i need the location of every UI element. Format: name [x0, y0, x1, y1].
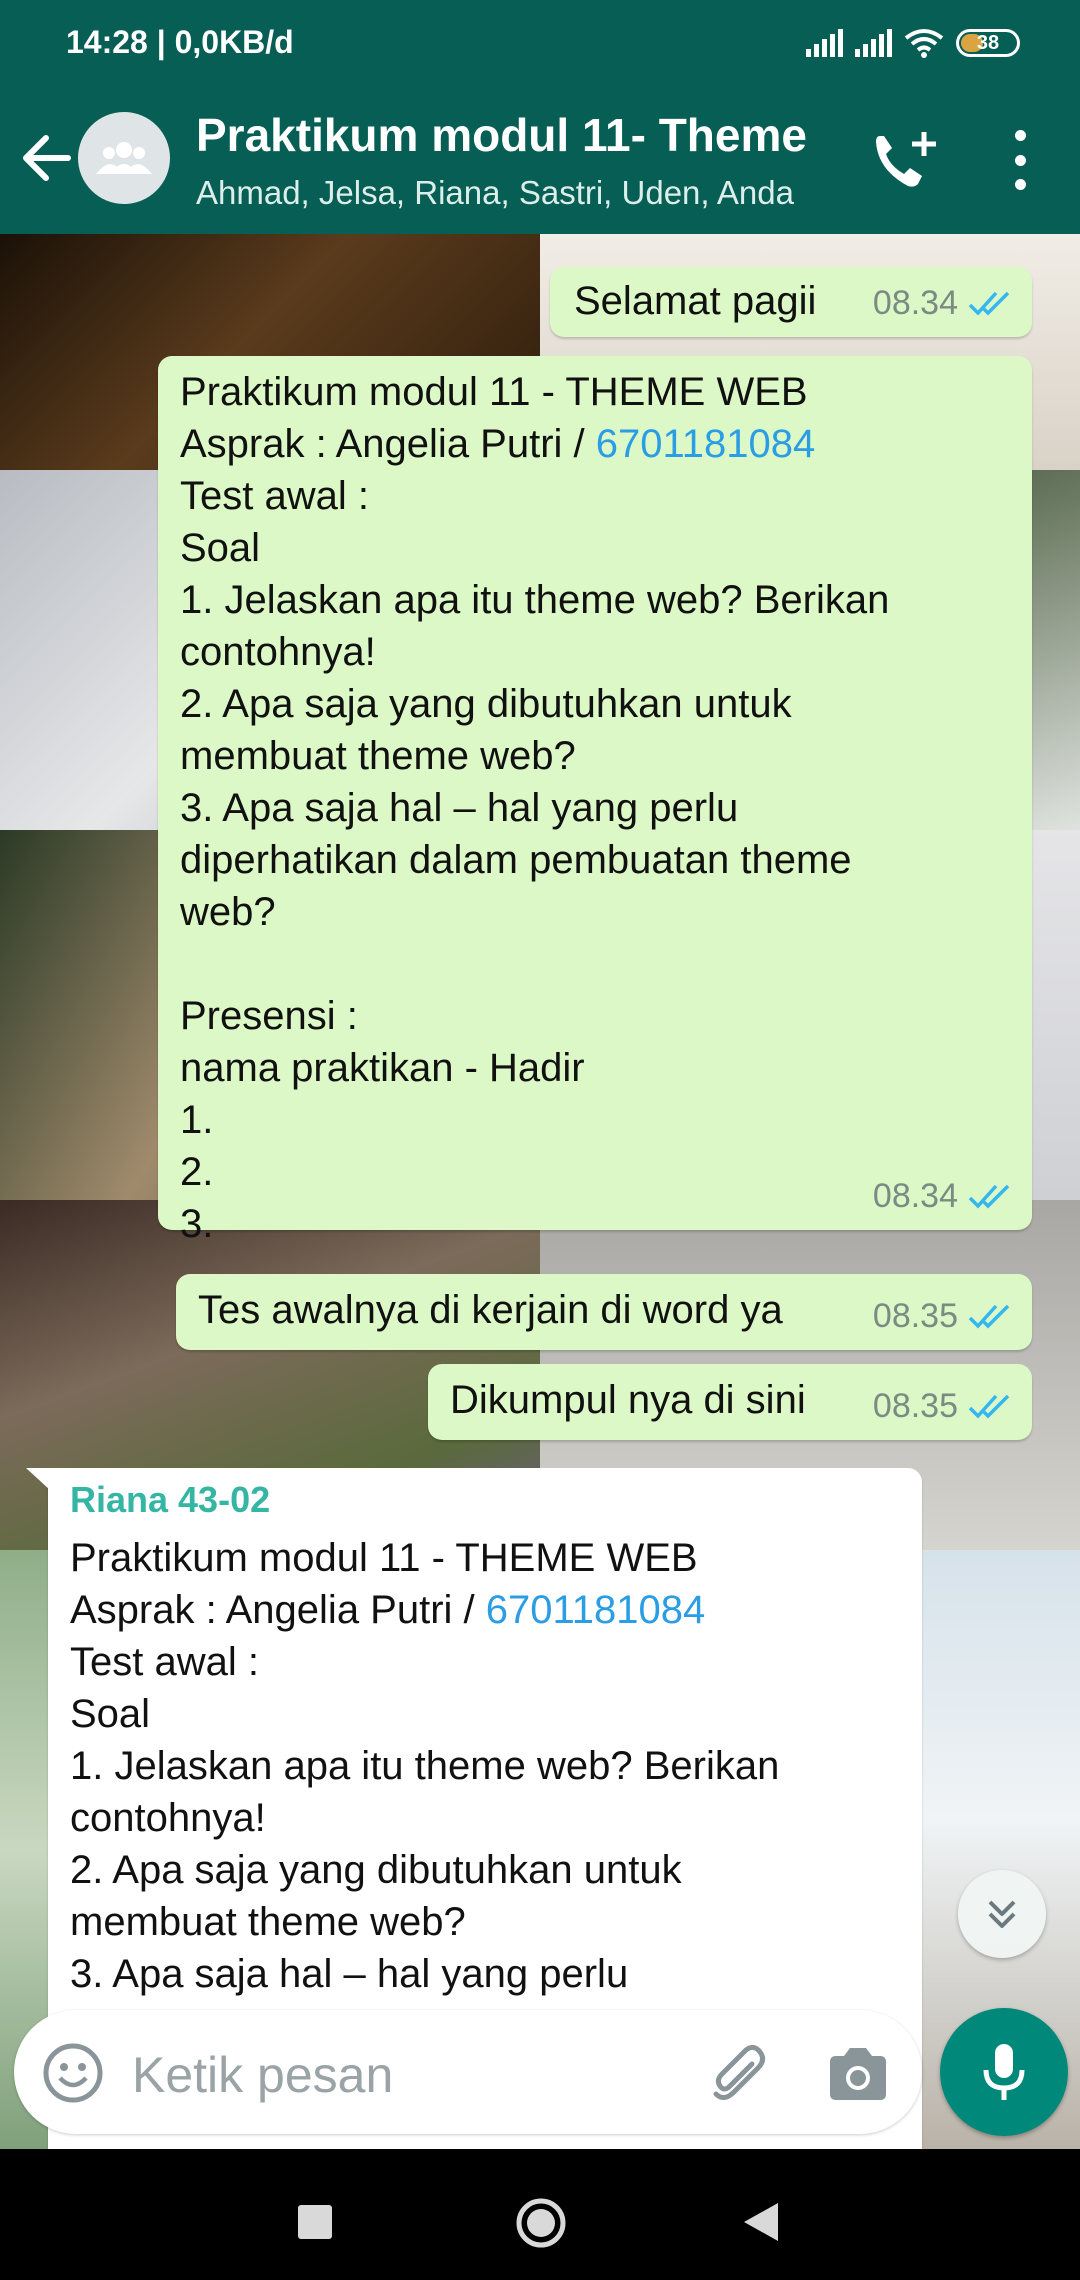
more-vert-icon[interactable] [1000, 130, 1040, 190]
message-bubble-outgoing[interactable]: Praktikum modul 11 - THEME WEB Asprak : … [158, 356, 1032, 1246]
signal-1-icon [806, 29, 843, 57]
chat-header: Praktikum modul 11- Theme Ahmad, Jelsa, … [0, 82, 1080, 234]
mic-button[interactable] [940, 2008, 1068, 2136]
status-bar: 14:28 | 0,0KB/d 38 [0, 0, 1080, 82]
emoji-icon[interactable] [42, 2042, 104, 2104]
message-meta: 08.35 [873, 1380, 1012, 1432]
message-text: Asprak : Angelia Putri / [70, 1588, 486, 1632]
chevron-double-down-icon [988, 1900, 1016, 1928]
message-time: 08.35 [872, 1297, 958, 1335]
message-line: Asprak : Angelia Putri / 6701181084 [180, 418, 1010, 470]
double-check-icon [968, 1184, 1010, 1209]
chat-title[interactable]: Praktikum modul 11- Theme [196, 108, 807, 162]
system-nav-bar [0, 2149, 1080, 2280]
chat-participants[interactable]: Ahmad, Jelsa, Riana, Sastri, Uden, Anda [196, 174, 794, 212]
message-bubble-outgoing[interactable]: Selamat pagii 08.34 [550, 267, 1032, 337]
camera-icon[interactable] [826, 2044, 890, 2104]
wifi-icon [904, 29, 944, 58]
message-composer[interactable]: Ketik pesan [14, 2010, 922, 2134]
message-line: Praktikum modul 11 - THEME WEB [70, 1536, 698, 1580]
sender-name[interactable]: Riana 43-02 [70, 1476, 900, 1524]
home-button[interactable] [515, 2197, 567, 2249]
message-text: Tes awalnya di kerjain di word ya [198, 1288, 783, 1332]
phone-link[interactable]: 6701181084 [596, 422, 816, 466]
message-line: Asprak : Angelia Putri / 6701181084 [70, 1584, 900, 1636]
message-meta: 08.34 [873, 277, 1012, 329]
message-time: 08.35 [872, 1387, 958, 1425]
status-icons: 38 [806, 28, 1020, 58]
battery-icon: 38 [956, 29, 1020, 57]
double-check-icon [968, 1394, 1010, 1419]
message-text: Test awal : Soal 1. Jelaskan apa itu the… [70, 1640, 780, 1996]
message-meta: 08.34 [873, 1170, 1012, 1222]
message-text: Dikumpul nya di sini [450, 1378, 806, 1422]
message-input[interactable]: Ketik pesan [132, 2046, 393, 2104]
message-time: 08.34 [872, 284, 958, 322]
message-time: 08.34 [872, 1177, 958, 1215]
message-body: Riana 43-02 Praktikum modul 11 - THEME W… [70, 1476, 900, 2000]
mic-icon [983, 2044, 1025, 2100]
message-meta: 08.35 [873, 1290, 1012, 1342]
double-check-icon [968, 1304, 1010, 1329]
message-bubble-outgoing[interactable]: Dikumpul nya di sini 08.35 [428, 1364, 1032, 1440]
signal-2-icon [855, 29, 892, 57]
message-text: Asprak : Angelia Putri / [180, 422, 596, 466]
status-time: 14:28 | 0,0KB/d [66, 24, 294, 60]
double-check-icon [968, 291, 1010, 316]
add-call-icon[interactable] [868, 126, 942, 194]
recents-button[interactable] [298, 2205, 332, 2239]
group-avatar-icon[interactable] [78, 112, 170, 204]
attach-icon[interactable] [706, 2042, 772, 2108]
bubble-tail [26, 1468, 50, 1490]
message-line: Praktikum modul 11 - THEME WEB [180, 370, 808, 414]
chat-area[interactable]: Selamat pagii 08.34 Praktikum modul 11 -… [0, 234, 1080, 2149]
nav-back-button[interactable] [742, 2201, 780, 2243]
back-arrow-icon[interactable] [18, 126, 74, 190]
message-text: Selamat pagii [574, 279, 817, 323]
message-body: Praktikum modul 11 - THEME WEB Asprak : … [180, 366, 1010, 1250]
message-bubble-outgoing[interactable]: Tes awalnya di kerjain di word ya 08.35 [176, 1274, 1032, 1350]
scroll-down-button[interactable] [958, 1870, 1046, 1958]
message-text: Test awal : Soal 1. Jelaskan apa itu the… [180, 474, 890, 1246]
phone-link[interactable]: 6701181084 [486, 1588, 706, 1632]
